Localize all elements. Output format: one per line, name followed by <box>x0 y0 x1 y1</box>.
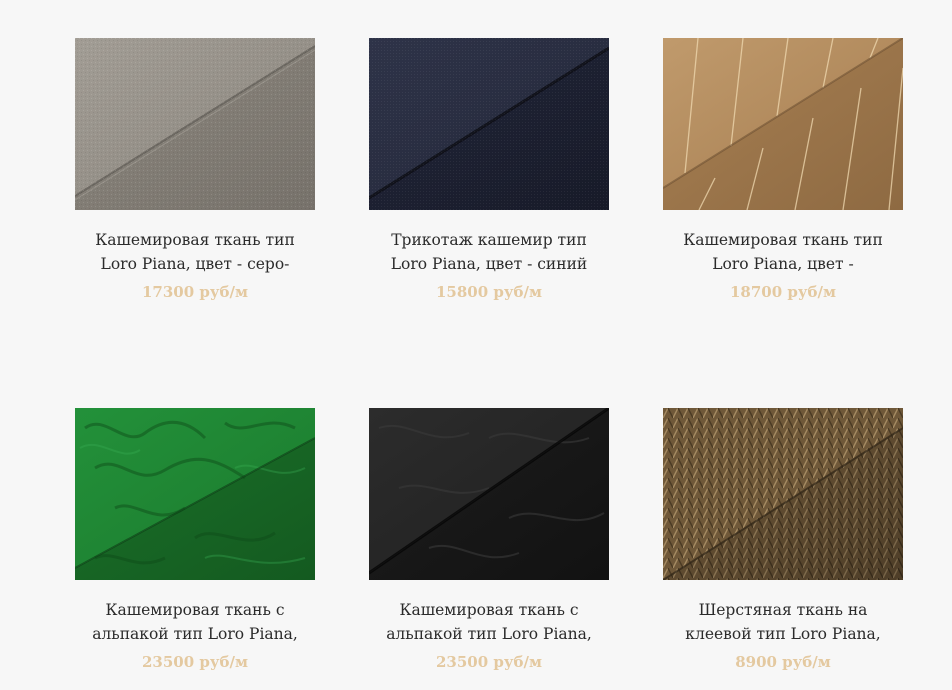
product-image-green-alpaca[interactable] <box>75 408 315 580</box>
product-price: 18700 руб/м <box>729 283 836 301</box>
product-card[interactable]: Кашемировая ткань с альпакой тип Loro Pi… <box>75 408 315 671</box>
product-price: 23500 руб/м <box>141 653 248 671</box>
product-price: 15800 руб/м <box>435 283 542 301</box>
product-card[interactable]: Шерстяная ткань на клеевой тип Loro Pian… <box>663 408 903 671</box>
product-image-grey-cashmere[interactable] <box>75 38 315 210</box>
product-price: 23500 руб/м <box>435 653 542 671</box>
product-title[interactable]: Шерстяная ткань на клеевой тип Loro Pian… <box>663 598 903 646</box>
product-price: 8900 руб/м <box>735 653 831 671</box>
product-title[interactable]: Кашемировая ткань тип Loro Piana, цвет -… <box>75 228 315 276</box>
product-image-blue-knit[interactable] <box>369 38 609 210</box>
product-title[interactable]: Кашемировая ткань с альпакой тип Loro Pi… <box>75 598 315 646</box>
product-image-camel-stripe[interactable] <box>663 38 903 210</box>
product-card[interactable]: Кашемировая ткань тип Loro Piana, цвет -… <box>75 38 315 301</box>
product-image-herringbone-wool[interactable] <box>663 408 903 580</box>
product-price: 17300 руб/м <box>141 283 248 301</box>
product-grid: Кашемировая ткань тип Loro Piana, цвет -… <box>0 0 952 690</box>
product-image-black-alpaca[interactable] <box>369 408 609 580</box>
product-card[interactable]: Кашемировая ткань с альпакой тип Loro Pi… <box>369 408 609 671</box>
product-title[interactable]: Кашемировая ткань с альпакой тип Loro Pi… <box>369 598 609 646</box>
product-card[interactable]: Трикотаж кашемир тип Loro Piana, цвет - … <box>369 38 609 301</box>
product-title[interactable]: Трикотаж кашемир тип Loro Piana, цвет - … <box>369 228 609 276</box>
product-title[interactable]: Кашемировая ткань тип Loro Piana, цвет - <box>663 228 903 276</box>
product-card[interactable]: Кашемировая ткань тип Loro Piana, цвет -… <box>663 38 903 301</box>
